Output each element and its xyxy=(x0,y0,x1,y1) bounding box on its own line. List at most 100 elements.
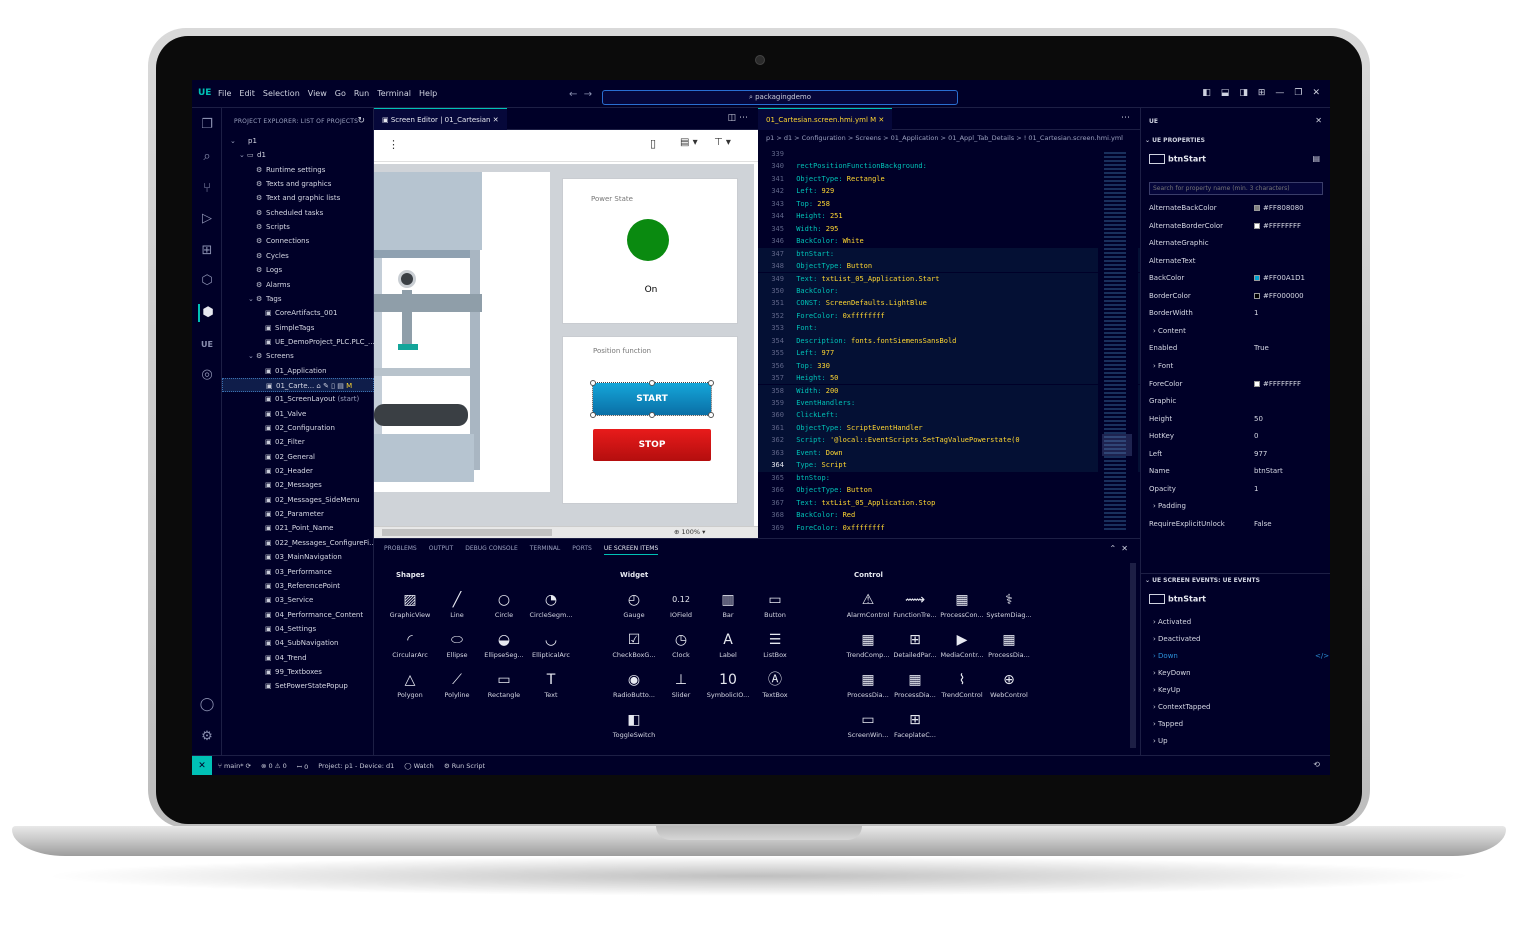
property-value[interactable]: 0 xyxy=(1254,428,1258,446)
align-dropdown-icon[interactable]: ⊤ ▾ xyxy=(714,137,731,148)
panel-toggle-icon[interactable]: ⬓ xyxy=(1221,88,1230,98)
tree-item[interactable]: ▣ UE_DemoProject_PLC.PLC_... xyxy=(257,335,375,349)
settings-gear-icon[interactable]: ⚙ xyxy=(198,728,216,746)
screen-item[interactable]: ◴ Gauge xyxy=(610,589,658,619)
screen-item[interactable]: ◧ ToggleSwitch xyxy=(610,709,658,739)
panel-tab-ue-screen-items[interactable]: UE SCREEN ITEMS xyxy=(603,545,659,555)
close-tab-icon[interactable]: ✕ xyxy=(878,116,884,124)
screen-item[interactable]: ⊕ WebControl xyxy=(985,669,1033,699)
property-value[interactable]: #FFFFFFFF xyxy=(1254,376,1301,394)
screen-item[interactable]: ▦ ProcessDia... xyxy=(891,669,939,699)
property-row[interactable]: AlternateText xyxy=(1149,253,1325,271)
event-item[interactable]: › KeyUp xyxy=(1153,686,1180,694)
extensions-icon[interactable]: ⊞ xyxy=(198,242,216,260)
property-row[interactable]: AlternateBorderColor #FFFFFFFF xyxy=(1149,218,1325,236)
tree-item[interactable]: ⚙ Text and graphic lists xyxy=(248,191,340,205)
resize-handle[interactable] xyxy=(649,412,655,418)
package-icon[interactable]: ⬡ xyxy=(198,272,216,290)
property-row[interactable]: Height 50 xyxy=(1149,411,1325,429)
tab-yaml-file[interactable]: 01_Cartesian.screen.hmi.yml M ✕ xyxy=(758,108,893,130)
editor-canvas[interactable]: Power State On Position function START S… xyxy=(374,164,754,528)
zoom-level[interactable]: ⊕ 100% ▾ xyxy=(674,528,705,536)
screen-item[interactable]: ⊞ FaceplateC... xyxy=(891,709,939,739)
tree-item[interactable]: ▣ 02_Messages xyxy=(257,478,322,492)
tree-item[interactable]: ▣ SetPowerStatePopup xyxy=(257,679,348,693)
document-icon[interactable]: ▤ xyxy=(1312,154,1320,163)
property-row[interactable]: › Content xyxy=(1149,323,1325,341)
machine-card[interactable] xyxy=(374,172,550,492)
property-value[interactable]: #FF808080 xyxy=(1254,200,1304,218)
tree-item[interactable]: ▣ 04_SubNavigation xyxy=(257,636,339,650)
tree-item[interactable]: ▣ 99_Textboxes xyxy=(257,665,322,679)
chevron-down-icon[interactable]: ⌄ xyxy=(230,134,238,148)
tree-item[interactable]: ▣ 04_Trend xyxy=(257,651,307,665)
menu-item-help[interactable]: Help xyxy=(419,89,437,98)
property-row[interactable]: › Padding xyxy=(1149,498,1325,516)
maximize-icon[interactable]: ❐ xyxy=(1294,88,1302,98)
event-item[interactable]: › ContextTapped xyxy=(1153,703,1211,711)
property-row[interactable]: HotKey 0 xyxy=(1149,428,1325,446)
menu-item-run[interactable]: Run xyxy=(354,89,369,98)
tree-item[interactable]: ▣ 03_ReferencePoint xyxy=(257,579,340,593)
property-row[interactable]: BorderColor #FF000000 xyxy=(1149,288,1325,306)
screen-item[interactable]: ◜ CircularArc xyxy=(386,629,434,659)
watch-status[interactable]: ◯ Watch xyxy=(404,762,434,771)
sidebar-toggle-icon[interactable]: ◨ xyxy=(1239,88,1248,98)
tree-item[interactable]: ⚙ Scheduled tasks xyxy=(248,206,323,220)
tree-item[interactable]: ⌄ ⚙ Screens xyxy=(248,349,294,363)
screen-item[interactable]: ▨ GraphicView xyxy=(386,589,434,619)
screen-item[interactable]: ⚠ AlarmControl xyxy=(844,589,892,619)
property-value[interactable]: False xyxy=(1254,516,1272,534)
branch-status[interactable]: ⑂ main* ⟳ xyxy=(218,762,251,771)
property-row[interactable]: Opacity 1 xyxy=(1149,481,1325,499)
tree-item[interactable]: ⚙ Texts and graphics xyxy=(248,177,331,191)
screen-item[interactable]: T Text xyxy=(527,669,575,699)
screen-item[interactable]: Ⓐ TextBox xyxy=(751,669,799,699)
screen-item[interactable]: ◒ EllipseSeg... xyxy=(480,629,528,659)
nav-arrows[interactable]: ← → xyxy=(569,89,592,100)
screen-item[interactable]: ▦ TrendComp... xyxy=(844,629,892,659)
property-row[interactable]: Enabled True xyxy=(1149,340,1325,358)
layout-dropdown-icon[interactable]: ▤ ▾ xyxy=(680,137,698,148)
panel-tab-output[interactable]: OUTPUT xyxy=(429,545,453,555)
panel-scrollbar[interactable] xyxy=(1130,563,1136,748)
screen-item[interactable]: ▭ Rectangle xyxy=(480,669,528,699)
run-script-status[interactable]: ⚙ Run Script xyxy=(444,762,485,771)
menu-item-go[interactable]: Go xyxy=(335,89,346,98)
event-item[interactable]: › Activated xyxy=(1153,618,1191,626)
refresh-icon[interactable]: ↻ xyxy=(357,116,365,126)
layout-toggle-icon[interactable]: ◧ xyxy=(1202,88,1211,98)
canvas-scrollbar[interactable]: ⊕ 100% ▾ xyxy=(374,526,758,538)
remote-icon[interactable]: ✕ xyxy=(192,756,212,775)
event-item[interactable]: › Down </> xyxy=(1153,652,1329,660)
property-value[interactable]: #FFFFFFFF xyxy=(1254,218,1301,236)
customize-layout-icon[interactable]: ⊞ xyxy=(1258,88,1266,98)
panel-tab-debug-console[interactable]: DEBUG CONSOLE xyxy=(465,545,518,555)
tree-item[interactable]: ⚙ Connections xyxy=(248,234,309,248)
close-icon[interactable]: ✕ xyxy=(1121,544,1128,553)
notifications-icon[interactable]: ⟲ xyxy=(1313,760,1320,769)
property-row[interactable]: › Font xyxy=(1149,358,1325,376)
tree-item[interactable]: ▣ 04_Performance_Content xyxy=(257,608,363,622)
property-value[interactable]: 50 xyxy=(1254,411,1263,429)
code-icon[interactable]: </> xyxy=(1315,652,1329,660)
tree-item[interactable]: ▣ CoreArtifacts_001 xyxy=(257,306,337,320)
screen-item[interactable]: ◡ EllipticalArc xyxy=(527,629,575,659)
ue-project-icon[interactable]: ⬢ xyxy=(198,304,216,322)
property-row[interactable]: AlternateBackColor #FF808080 xyxy=(1149,200,1325,218)
property-value[interactable]: 1 xyxy=(1254,305,1258,323)
problems-status[interactable]: ⊗ 0 ⚠ 0 xyxy=(261,762,287,771)
tree-item[interactable]: ▣ 02_Filter xyxy=(257,435,305,449)
screen-item[interactable]: ⟿ FunctionTre... xyxy=(891,589,939,619)
minimize-icon[interactable]: — xyxy=(1275,88,1284,98)
tree-item[interactable]: ▣ 01_Carte... ⌂ ✎ ▯ ▤ M xyxy=(222,377,374,392)
screen-item[interactable]: 0.12 IOField xyxy=(657,589,705,619)
screen-item[interactable]: ▥ Bar xyxy=(704,589,752,619)
minimap[interactable] xyxy=(1098,148,1138,538)
screen-item[interactable]: ⬭ Ellipse xyxy=(433,629,481,659)
tree-item[interactable]: ▣ 03_MainNavigation xyxy=(257,550,342,564)
tree-item[interactable]: ▣ 02_General xyxy=(257,450,315,464)
tree-item[interactable]: ⌄ ⚙ Tags xyxy=(248,292,282,306)
property-value[interactable]: 1 xyxy=(1254,481,1258,499)
screen-item[interactable]: A Label xyxy=(704,629,752,659)
